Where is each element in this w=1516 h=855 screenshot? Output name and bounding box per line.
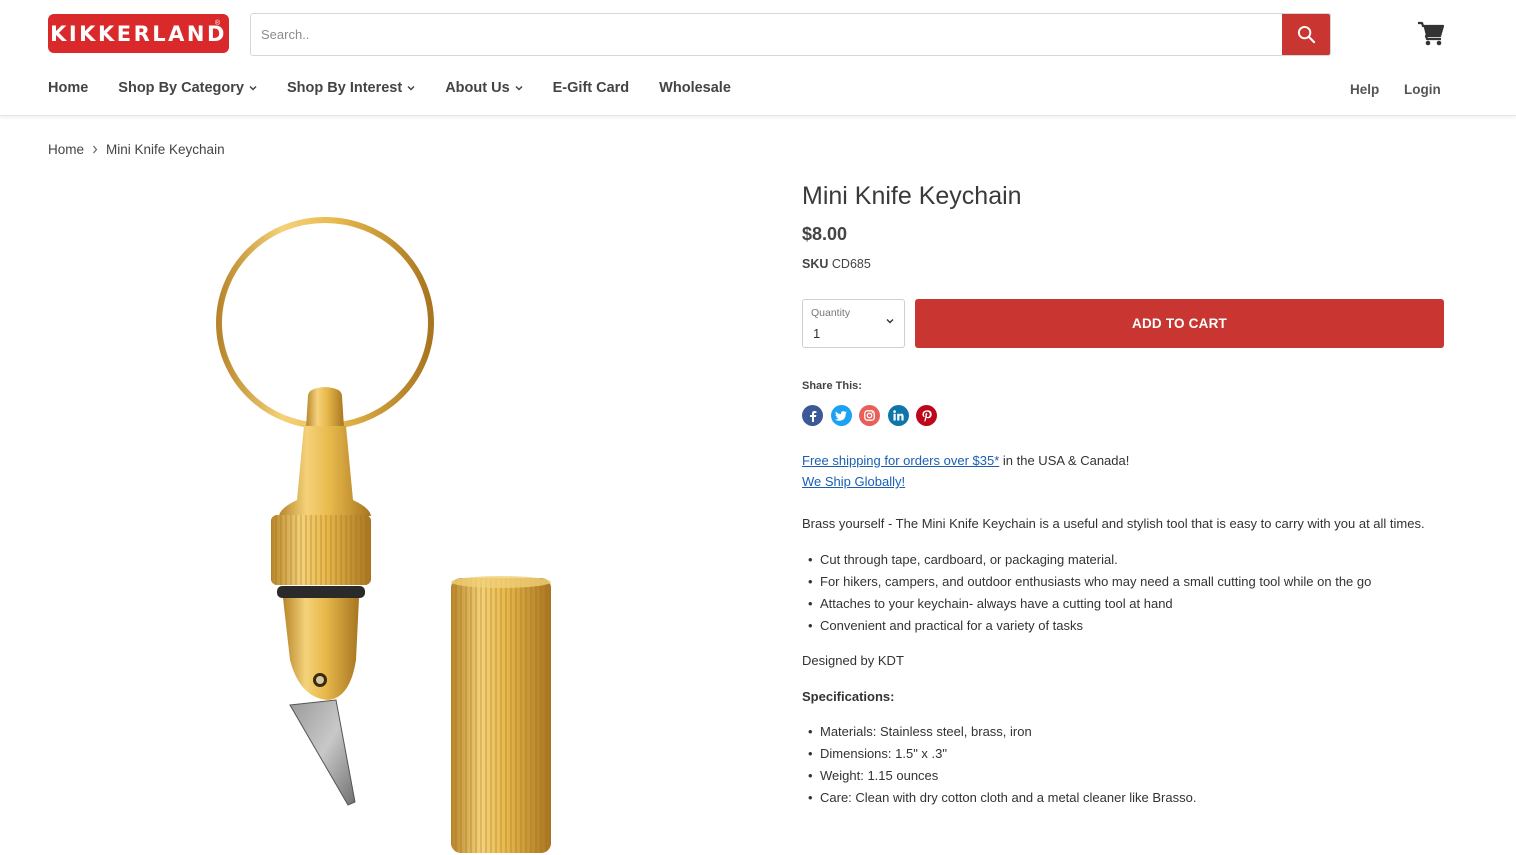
share-label: Share This: xyxy=(802,380,862,392)
shipping-line: Free shipping for orders over $35* in th… xyxy=(802,450,1129,471)
site-header: KIKKERLAND ® Home Shop By Category Shop … xyxy=(0,0,1516,116)
search-button[interactable] xyxy=(1282,14,1330,55)
designer-credit: Designed by KDT xyxy=(802,653,904,668)
shipping-info: Free shipping for orders over $35* in th… xyxy=(802,450,1129,492)
buy-row: Quantity 1 ADD TO CART xyxy=(802,299,1447,349)
main-nav: Home Shop By Category Shop By Interest A… xyxy=(48,80,761,96)
kikkerland-logo[interactable]: KIKKERLAND ® xyxy=(48,14,229,53)
product-info: Mini Knife Keychain $8.00 SKU CD685 Quan… xyxy=(802,180,1447,809)
list-item: Care: Clean with dry cotton cloth and a … xyxy=(802,787,1447,809)
chevron-down-icon xyxy=(407,85,415,91)
description-text: Brass yourself - The Mini Knife Keychain… xyxy=(802,516,1425,531)
list-item: Attaches to your keychain- always have a… xyxy=(802,593,1447,615)
breadcrumb: Home Mini Knife Keychain xyxy=(48,142,225,157)
nav-shop-by-category[interactable]: Shop By Category xyxy=(118,80,257,96)
registered-mark: ® xyxy=(214,20,220,27)
shipping-text: in the USA & Canada! xyxy=(999,453,1130,468)
nav-shop-by-interest[interactable]: Shop By Interest xyxy=(287,80,415,96)
sku-label: SKU xyxy=(802,257,829,271)
free-shipping-link[interactable]: Free shipping for orders over $35* xyxy=(802,453,999,468)
nav-label: Shop By Category xyxy=(118,80,244,96)
help-link[interactable]: Help xyxy=(1350,82,1379,97)
nav-label: E-Gift Card xyxy=(552,80,630,96)
product-sku: SKU CD685 xyxy=(802,257,1447,271)
cart-icon xyxy=(1418,21,1445,46)
nav-about-us[interactable]: About Us xyxy=(445,80,523,96)
breadcrumb-home[interactable]: Home xyxy=(48,142,84,157)
chevron-right-icon xyxy=(93,145,98,154)
list-item: Materials: Stainless steel, brass, iron xyxy=(802,721,1447,743)
list-item: For hikers, campers, and outdoor enthusi… xyxy=(802,571,1447,593)
chevron-down-icon xyxy=(515,85,523,91)
nav-label: Shop By Interest xyxy=(286,80,403,96)
login-link[interactable]: Login xyxy=(1404,82,1441,97)
chevron-down-icon xyxy=(249,85,257,91)
nav-label: Home xyxy=(48,80,89,96)
logo-text: KIKKERLAND xyxy=(50,21,227,46)
feature-list: Cut through tape, cardboard, or packagin… xyxy=(802,549,1447,637)
quantity-value: 1 xyxy=(813,326,821,341)
spec-list: Materials: Stainless steel, brass, iron … xyxy=(802,721,1447,809)
mini-knife-keychain-photo xyxy=(216,217,551,853)
product-title: Mini Knife Keychain xyxy=(802,182,1022,210)
facebook-icon[interactable] xyxy=(802,405,823,426)
nav-label: Wholesale xyxy=(659,80,731,96)
search-input[interactable] xyxy=(251,14,1282,55)
cart-button[interactable] xyxy=(1417,20,1445,48)
add-to-cart-button[interactable]: ADD TO CART xyxy=(915,299,1444,348)
instagram-icon[interactable] xyxy=(859,405,880,426)
product-image[interactable] xyxy=(150,200,610,855)
quantity-select[interactable]: Quantity 1 xyxy=(802,299,905,348)
linkedin-icon[interactable] xyxy=(887,405,909,426)
specifications-heading: Specifications: xyxy=(802,689,895,704)
pinterest-icon[interactable] xyxy=(916,405,937,426)
search-bar xyxy=(250,13,1331,56)
list-item: Cut through tape, cardboard, or packagin… xyxy=(802,549,1447,571)
nav-wholesale[interactable]: Wholesale xyxy=(659,80,731,96)
breadcrumb-current: Mini Knife Keychain xyxy=(106,142,225,157)
product-description: Brass yourself - The Mini Knife Keychain… xyxy=(802,513,1447,809)
list-item: Convenient and practical for a variety o… xyxy=(802,615,1447,637)
product-price: $8.00 xyxy=(802,224,848,244)
twitter-icon[interactable] xyxy=(830,405,852,426)
nav-e-gift-card[interactable]: E-Gift Card xyxy=(553,80,630,96)
quantity-label: Quantity xyxy=(811,307,851,319)
share-buttons xyxy=(802,405,945,426)
nav-label: About Us xyxy=(445,80,510,96)
chevron-down-icon xyxy=(886,319,894,324)
sku-value: CD685 xyxy=(831,257,871,271)
nav-home[interactable]: Home xyxy=(48,80,88,96)
list-item: Dimensions: 1.5" x .3" xyxy=(802,743,1447,765)
search-icon xyxy=(1297,25,1315,44)
ship-globally-link[interactable]: We Ship Globally! xyxy=(802,474,905,489)
list-item: Weight: 1.15 ounces xyxy=(802,765,1447,787)
global-shipping-line: We Ship Globally! xyxy=(802,471,1129,492)
